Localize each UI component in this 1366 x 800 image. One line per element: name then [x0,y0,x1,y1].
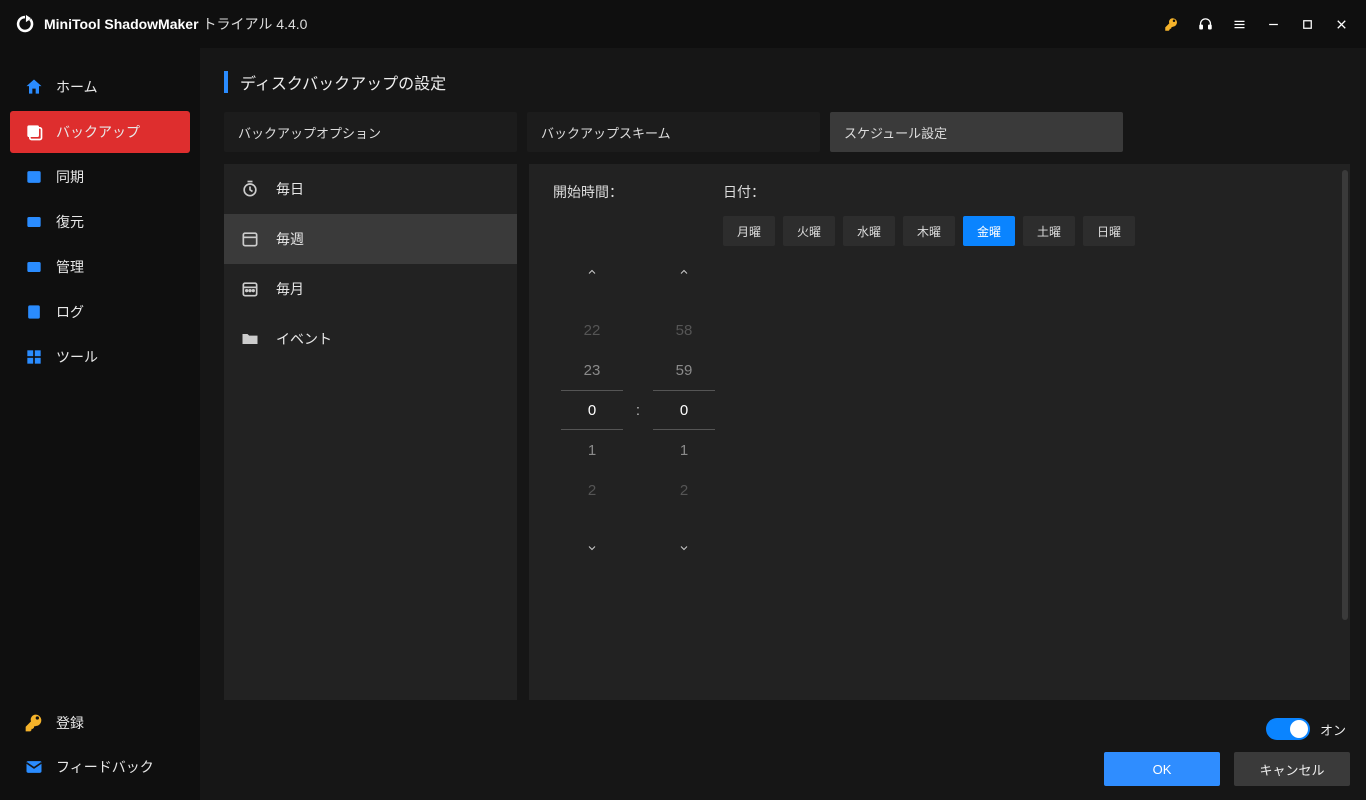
backup-icon [24,122,44,142]
sidebar-item-home[interactable]: ホーム [10,66,190,108]
minute-value: 58 [645,310,723,350]
tools-icon [24,347,44,367]
sidebar-item-label: 復元 [56,212,84,232]
sidebar-item-sync[interactable]: 同期 [10,156,190,198]
tab-schedule-settings[interactable]: スケジュール設定 [830,112,1123,152]
footer: オン [224,700,1350,740]
schedule-detail-panel: 開始時間： 日付： 月曜 火曜 水曜 木曜 金曜 土曜 日曜 [529,164,1350,700]
freq-monthly[interactable]: 毎月 [224,264,517,314]
minute-down-button[interactable] [645,536,723,560]
tab-backup-options[interactable]: バックアップオプション [224,112,517,152]
minute-value: 1 [645,430,723,470]
time-colon: : [631,402,645,419]
app-title-bold: MiniTool ShadowMaker [44,16,199,32]
hour-value: 2 [553,470,631,510]
page-title-accent-bar [224,71,228,93]
freq-label: 毎週 [276,229,304,249]
freq-label: 毎月 [276,279,304,299]
sidebar-item-label: 登録 [56,713,84,733]
tab-row: バックアップオプション バックアップスキーム スケジュール設定 [224,112,1350,152]
register-key-icon [24,713,44,733]
calendar-month-icon [240,279,260,299]
minute-value: 2 [645,470,723,510]
tab-backup-scheme[interactable]: バックアップスキーム [527,112,820,152]
hour-value: 22 [553,310,631,350]
restore-icon [24,212,44,232]
day-tue[interactable]: 火曜 [783,216,835,246]
minimize-icon[interactable] [1256,7,1290,41]
clock-icon [240,179,260,199]
home-icon [24,77,44,97]
sidebar-item-label: 管理 [56,257,84,277]
sidebar-item-restore[interactable]: 復元 [10,201,190,243]
ok-button[interactable]: OK [1104,752,1220,786]
sidebar-item-register[interactable]: 登録 [10,702,190,744]
sidebar-item-label: ツール [56,347,98,367]
day-sat[interactable]: 土曜 [1023,216,1075,246]
hour-value-selected: 0 [561,390,623,430]
upgrade-key-icon[interactable] [1154,7,1188,41]
page-title-row: ディスクバックアップの設定 [224,70,1350,94]
freq-label: 毎日 [276,179,304,199]
schedule-enable-toggle[interactable] [1266,718,1310,740]
cancel-button[interactable]: キャンセル [1234,752,1350,786]
hamburger-menu-icon[interactable] [1222,7,1256,41]
feedback-mail-icon [24,757,44,777]
close-icon[interactable] [1324,7,1358,41]
sidebar-item-label: ホーム [56,77,98,97]
folder-icon [240,329,260,349]
day-thu[interactable]: 木曜 [903,216,955,246]
hour-wheel[interactable]: 22 23 0 1 2 [553,310,631,510]
minute-value: 59 [645,350,723,390]
detail-scrollbar[interactable] [1342,170,1348,620]
calendar-week-icon [240,229,260,249]
minute-value-selected: 0 [653,390,715,430]
sidebar-item-feedback[interactable]: フィードバック [10,746,190,788]
app-title-rest: トライアル 4.4.0 [203,14,308,34]
sidebar-item-label: バックアップ [56,122,140,142]
day-sun[interactable]: 日曜 [1083,216,1135,246]
hour-down-button[interactable] [553,536,631,560]
freq-event[interactable]: イベント [224,314,517,364]
main-panel: ディスクバックアップの設定 バックアップオプション バックアップスキーム スケジ… [200,48,1366,800]
day-fri[interactable]: 金曜 [963,216,1015,246]
freq-weekly[interactable]: 毎週 [224,214,517,264]
hour-value: 23 [553,350,631,390]
weekday-selector: 月曜 火曜 水曜 木曜 金曜 土曜 日曜 [723,216,1326,246]
frequency-list: 毎日 毎週 毎月 イベント [224,164,517,700]
hour-up-button[interactable] [553,260,631,284]
maximize-icon[interactable] [1290,7,1324,41]
sidebar: ホーム バックアップ 同期 復元 管理 ログ ツール [0,48,200,800]
minute-up-button[interactable] [645,260,723,284]
date-label: 日付： [723,182,765,202]
headset-icon[interactable] [1188,7,1222,41]
day-wed[interactable]: 水曜 [843,216,895,246]
title-bar: MiniTool ShadowMaker トライアル 4.4.0 [0,0,1366,48]
page-title: ディスクバックアップの設定 [240,70,446,94]
log-icon [24,302,44,322]
time-picker: 22 23 0 1 2 : 58 59 0 1 2 [553,260,723,560]
sidebar-item-label: フィードバック [56,757,154,777]
freq-label: イベント [276,329,332,349]
hour-value: 1 [553,430,631,470]
freq-daily[interactable]: 毎日 [224,164,517,214]
sidebar-item-label: 同期 [56,167,84,187]
app-logo-icon [14,13,36,35]
minute-wheel[interactable]: 58 59 0 1 2 [645,310,723,510]
sidebar-item-backup[interactable]: バックアップ [10,111,190,153]
sidebar-item-tools[interactable]: ツール [10,336,190,378]
day-mon[interactable]: 月曜 [723,216,775,246]
schedule-enable-toggle-label: オン [1320,720,1346,739]
start-time-label: 開始時間： [553,182,723,202]
manage-icon [24,257,44,277]
sidebar-item-log[interactable]: ログ [10,291,190,333]
sidebar-item-manage[interactable]: 管理 [10,246,190,288]
sidebar-item-label: ログ [56,302,84,322]
sync-icon [24,167,44,187]
